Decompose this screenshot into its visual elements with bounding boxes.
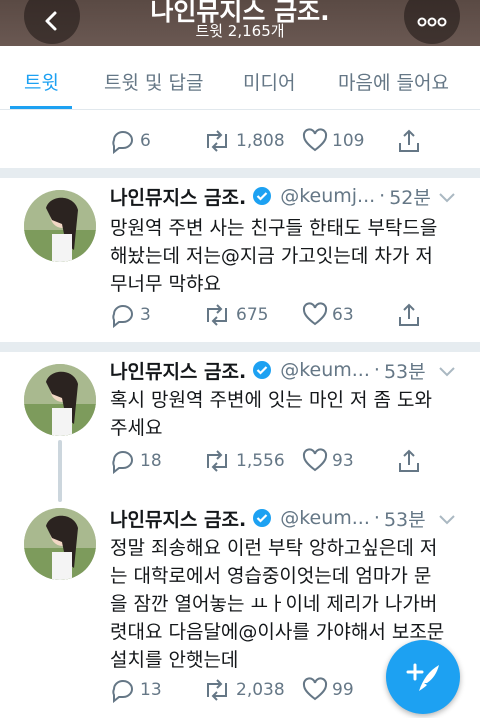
reply-count: 3 (140, 305, 151, 325)
heart-icon (302, 448, 328, 472)
profile-photo-icon (24, 190, 96, 262)
tweet-actions: 13 2,038 99 (110, 677, 430, 707)
compose-tweet-button[interactable] (386, 640, 460, 714)
like-button[interactable]: 99 (302, 677, 354, 703)
reply-icon (112, 451, 133, 474)
active-tab-indicator (10, 106, 72, 109)
reply-button[interactable]: 18 (110, 448, 162, 474)
tweet-text: 혹시 망원역 주변에 잇는 마인 저 좀 도와 주세요 (110, 389, 432, 439)
profile-photo-icon (24, 508, 96, 580)
retweet-button[interactable]: 1,556 (202, 448, 285, 474)
like-count: 99 (332, 680, 354, 700)
author-handle[interactable]: @keumj... (280, 185, 375, 207)
retweet-icon (207, 130, 227, 152)
heart-icon (302, 677, 328, 701)
tweet-divider (0, 342, 480, 352)
share-button[interactable] (396, 128, 422, 154)
reply-icon (112, 305, 133, 328)
separator-dot: · (373, 507, 380, 529)
author-name[interactable]: 나인뮤지스 금조. (110, 505, 246, 532)
author-handle[interactable]: @keum... (280, 359, 370, 381)
avatar[interactable] (24, 364, 96, 436)
reply-button[interactable]: 13 (110, 677, 162, 703)
tweet-text: 망원역 주변 사는 친구들 한태도 부탁드을 해놨는데 저는@지금 가고잇는데 … (110, 217, 438, 295)
reply-icon (112, 131, 133, 154)
share-icon (399, 449, 419, 472)
reply-count: 18 (140, 451, 162, 471)
retweet-icon (207, 304, 227, 326)
reply-button[interactable]: 6 (110, 128, 151, 154)
profile-photo-icon (24, 364, 96, 436)
retweet-button[interactable]: 2,038 (202, 677, 285, 703)
tweet-actions: 3 675 63 (110, 302, 430, 332)
retweet-button[interactable]: 1,808 (202, 128, 285, 154)
tweet-time: 53분 (383, 508, 426, 531)
like-count: 93 (332, 451, 354, 471)
retweet-count: 2,038 (236, 680, 285, 700)
retweet-count: 1,808 (236, 131, 285, 151)
reply-button[interactable]: 3 (110, 302, 151, 328)
retweet-button[interactable]: 675 (202, 302, 268, 328)
tab-media[interactable]: 미디어 (243, 68, 295, 95)
verified-badge-icon (253, 187, 272, 205)
retweet-count: 1,556 (236, 451, 285, 471)
share-button[interactable] (396, 302, 422, 328)
reply-count: 6 (140, 131, 151, 151)
profile-header: 나인뮤지스 금조. 트윗 2,165개 (0, 0, 480, 46)
separator-dot: · (373, 359, 380, 381)
tweet-author-line: 나인뮤지스 금조. @keumj... · 52분 (110, 182, 431, 210)
share-button[interactable] (396, 448, 422, 474)
like-count: 109 (332, 131, 365, 151)
chevron-down-icon[interactable] (438, 366, 456, 378)
author-name[interactable]: 나인뮤지스 금조. (110, 183, 246, 210)
heart-icon (302, 302, 328, 326)
tab-tweets-and-replies[interactable]: 트윗 및 답글 (104, 68, 203, 95)
author-name[interactable]: 나인뮤지스 금조. (110, 357, 246, 384)
tweet-actions: 6 1,808 109 (110, 128, 430, 158)
chevron-down-icon[interactable] (438, 192, 456, 204)
retweet-icon (207, 679, 227, 701)
like-count: 63 (332, 305, 354, 325)
avatar[interactable] (24, 508, 96, 580)
like-button[interactable]: 109 (302, 128, 364, 154)
share-icon (399, 129, 419, 152)
tab-tweets[interactable]: 트윗 (24, 68, 59, 95)
compose-tweet-icon (406, 663, 439, 691)
reply-count: 13 (140, 680, 162, 700)
profile-tabs: 트윗 트윗 및 답글 미디어 마음에 들어요 (0, 46, 480, 110)
thread-connector (58, 440, 62, 502)
more-dots-icon (417, 17, 447, 27)
reply-icon (112, 680, 133, 703)
verified-badge-icon (253, 361, 272, 379)
verified-badge-icon (253, 509, 272, 527)
tweet-author-line: 나인뮤지스 금조. @keum... · 53분 (110, 504, 426, 532)
chevron-down-icon[interactable] (438, 514, 456, 526)
avatar[interactable] (24, 190, 96, 262)
like-button[interactable]: 63 (302, 302, 354, 328)
separator-dot: · (379, 185, 386, 207)
author-handle[interactable]: @keum... (280, 507, 370, 529)
tweet-time: 52분 (389, 186, 431, 209)
tweet-actions: 18 1,556 93 (110, 448, 430, 478)
tweet-divider (0, 168, 480, 178)
tweet-time: 53분 (383, 360, 426, 383)
tweet-author-line: 나인뮤지스 금조. @keum... · 53분 (110, 356, 426, 384)
heart-icon (302, 128, 328, 152)
tab-likes[interactable]: 마음에 들어요 (338, 68, 449, 95)
share-icon (399, 303, 419, 326)
like-button[interactable]: 93 (302, 448, 354, 474)
retweet-count: 675 (236, 305, 269, 325)
retweet-icon (207, 450, 227, 472)
